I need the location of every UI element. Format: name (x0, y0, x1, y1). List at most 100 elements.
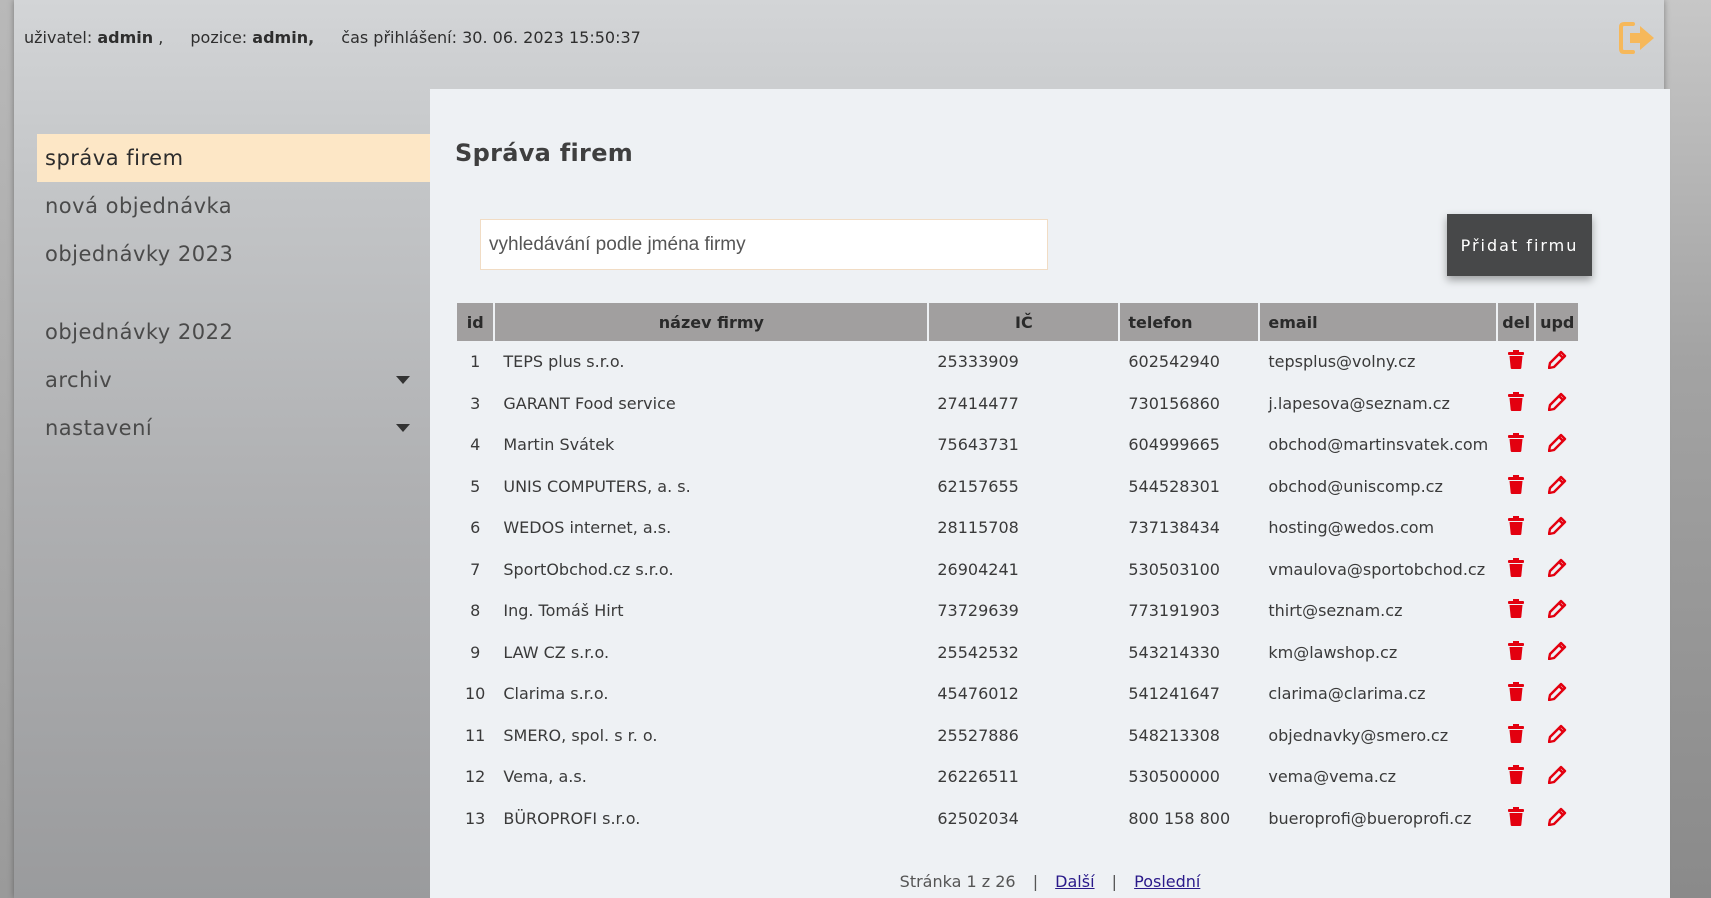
sidebar-item-sprava-firem[interactable]: správa firem (37, 134, 430, 182)
pencil-icon[interactable] (1547, 641, 1567, 664)
window-edge-right (1664, 0, 1711, 898)
cell-company-name: UNIS COMPUTERS, a. s. (503, 476, 691, 496)
cell-update (1536, 715, 1578, 757)
pencil-icon[interactable] (1547, 350, 1567, 373)
last-page-link[interactable]: Poslední (1134, 872, 1200, 891)
cell-email: bueroprofi@bueroprofi.cz (1268, 808, 1472, 828)
pager-separator: | (1111, 872, 1118, 891)
pencil-icon[interactable] (1547, 433, 1567, 456)
table-row: 12 Vema, a.s. 26226511 530500000 vema@vema.c… (457, 756, 1578, 798)
cell-company-name: SportObchod.cz s.r.o. (503, 559, 674, 579)
cell-id: 8 (470, 601, 481, 621)
pencil-icon[interactable] (1547, 516, 1567, 539)
cell-ic: 25527886 (937, 725, 1019, 745)
cell-ic: 27414477 (937, 393, 1019, 413)
cell-delete (1498, 590, 1534, 632)
sidebar-item-label: nová objednávka (45, 194, 233, 218)
pencil-icon[interactable] (1547, 475, 1567, 498)
column-header-phone[interactable]: telefon (1120, 303, 1259, 341)
cell-delete (1498, 466, 1534, 508)
column-header-name[interactable]: název firmy (495, 303, 928, 341)
sidebar-item-label: nastavení (45, 416, 153, 440)
pager-separator: | (1032, 872, 1039, 891)
sidebar-item-nastaveni[interactable]: nastavení (37, 404, 430, 452)
pencil-icon[interactable] (1547, 599, 1567, 622)
next-page-link[interactable]: Další (1055, 872, 1094, 891)
table-row: 13 BÜROPROFI s.r.o. 62502034 800 158 800 bue… (457, 798, 1578, 840)
cell-phone: 543214330 (1128, 642, 1220, 662)
cell-delete (1498, 798, 1534, 840)
cell-id: 5 (470, 476, 481, 496)
window-edge-left (0, 0, 14, 898)
sidebar-item-objednavky-2022[interactable]: objednávky 2022 (37, 308, 430, 356)
pencil-icon[interactable] (1547, 765, 1567, 788)
cell-email: obchod@martinsvatek.com (1268, 435, 1489, 455)
cell-delete (1498, 549, 1534, 591)
login-value: 30. 06. 2023 15:50:37 (462, 28, 641, 47)
cell-phone: 737138434 (1128, 518, 1220, 538)
cell-update (1536, 341, 1578, 383)
caret-down-icon[interactable] (396, 424, 410, 432)
cell-email: vema@vema.cz (1268, 767, 1397, 787)
cell-email: vmaulova@sportobchod.cz (1268, 559, 1486, 579)
cell-ic: 25542532 (937, 642, 1019, 662)
cell-company-name: Martin Svátek (503, 435, 615, 455)
page-indicator: Stránka 1 z 26 (899, 872, 1016, 891)
caret-down-icon[interactable] (396, 376, 410, 384)
sidebar-item-nova-objednavka[interactable]: nová objednávka (37, 182, 430, 230)
pencil-icon[interactable] (1547, 724, 1567, 747)
cell-ic: 62502034 (937, 808, 1019, 828)
search-input[interactable] (480, 219, 1048, 270)
trash-icon[interactable] (1508, 516, 1525, 539)
cell-ic: 75643731 (937, 435, 1019, 455)
trash-icon[interactable] (1508, 723, 1525, 747)
trash-icon[interactable] (1508, 350, 1525, 373)
trash-icon[interactable] (1508, 433, 1525, 456)
column-header-email[interactable]: email (1260, 303, 1497, 341)
cell-email: obchod@uniscomp.cz (1268, 476, 1443, 496)
trash-icon[interactable] (1508, 765, 1525, 788)
cell-id: 13 (465, 808, 486, 828)
sidebar-item-label: objednávky 2023 (45, 242, 234, 266)
pencil-icon[interactable] (1547, 807, 1567, 830)
trash-icon[interactable] (1508, 599, 1525, 622)
pencil-icon[interactable] (1547, 392, 1567, 415)
cell-phone: 530503100 (1128, 559, 1220, 579)
cell-ic: 73729639 (937, 601, 1019, 621)
trash-icon[interactable] (1508, 474, 1525, 498)
login-time-info: čas přihlášení: 30. 06. 2023 15:50:37 (341, 28, 641, 47)
cell-phone: 800 158 800 (1128, 808, 1231, 828)
trash-icon[interactable] (1508, 806, 1525, 830)
add-company-button[interactable]: Přidat firmu (1447, 214, 1592, 276)
cell-delete (1498, 424, 1534, 466)
table-row: 5 UNIS COMPUTERS, a. s. 62157655 544528301 o… (457, 466, 1578, 508)
column-header-ic[interactable]: IČ (929, 303, 1119, 341)
cell-ic: 26226511 (937, 767, 1019, 787)
table-row: 1 TEPS plus s.r.o. 25333909 602542940 tepspl… (457, 341, 1578, 383)
table-row: 8 Ing. Tomáš Hirt 73729639 773191903 thirt@s… (457, 590, 1578, 632)
sidebar: správa firem nová objednávka objednávky … (37, 134, 430, 452)
cell-id: 1 (470, 352, 481, 372)
cell-id: 12 (465, 767, 486, 787)
trash-icon[interactable] (1508, 682, 1525, 705)
cell-ic: 45476012 (937, 684, 1019, 704)
trash-icon[interactable] (1508, 391, 1525, 415)
sidebar-item-archiv[interactable]: archiv (37, 356, 430, 404)
column-header-id[interactable]: id (457, 303, 494, 341)
cell-id: 11 (465, 725, 486, 745)
cell-ic: 25333909 (937, 352, 1019, 372)
cell-id: 7 (470, 559, 481, 579)
cell-phone: 604999665 (1128, 435, 1220, 455)
pencil-icon[interactable] (1547, 682, 1567, 705)
table-row: 9 LAW CZ s.r.o. 25542532 543214330 km@lawsho… (457, 632, 1578, 674)
pencil-icon[interactable] (1547, 558, 1567, 581)
cell-email: hosting@wedos.com (1268, 518, 1435, 538)
cell-company-name: SMERO, spol. s r. o. (503, 725, 658, 745)
trash-icon[interactable] (1508, 640, 1525, 664)
app-window: uživatel: admin , pozice: admin, čas při… (14, 0, 1670, 898)
cell-delete (1498, 507, 1534, 549)
table-row: 3 GARANT Food service 27414477 730156860 j.l… (457, 383, 1578, 425)
sidebar-item-objednavky-2023[interactable]: objednávky 2023 (37, 230, 430, 278)
sign-out-icon[interactable] (1618, 20, 1658, 56)
trash-icon[interactable] (1508, 557, 1525, 581)
